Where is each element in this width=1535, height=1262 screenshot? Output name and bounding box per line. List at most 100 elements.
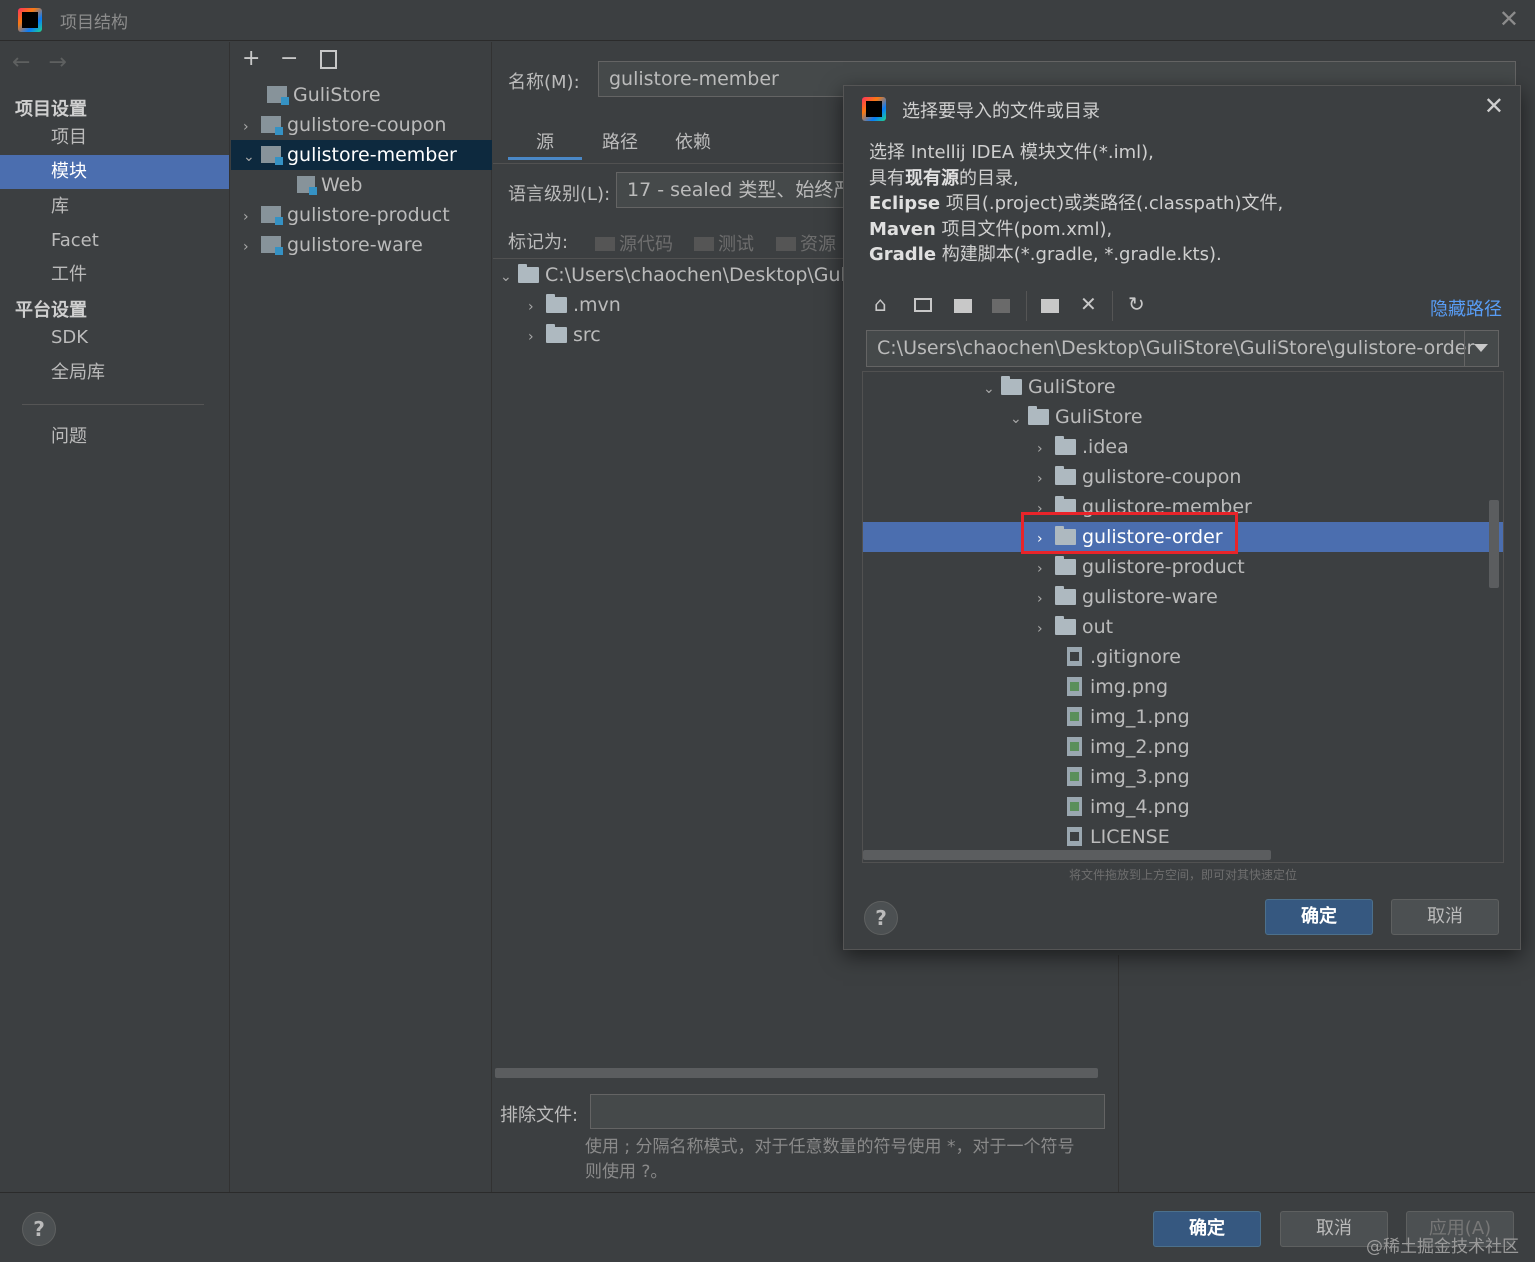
nav-back-forward[interactable]: ←→: [12, 50, 85, 75]
desktop-icon[interactable]: [914, 298, 932, 312]
file-tree-row[interactable]: img_4.png: [863, 792, 1503, 822]
chevron-right-icon[interactable]: ›: [1037, 434, 1055, 464]
file-tree[interactable]: ⌄ GuliStore ⌄ GuliStore › .idea › gulistore-…: [862, 371, 1504, 863]
chevron-right-icon[interactable]: ›: [1037, 584, 1055, 614]
delete-icon[interactable]: ✕: [1080, 292, 1097, 316]
file-tree-row[interactable]: LICENSE: [863, 822, 1503, 852]
mark-as-resources-button[interactable]: 资源: [776, 230, 836, 256]
file-tree-row[interactable]: ⌄ GuliStore: [863, 402, 1503, 432]
tab-sources[interactable]: 源: [508, 128, 582, 160]
tree-row-selected[interactable]: ⌄ gulistore-member: [231, 140, 492, 170]
tabs-divider: [493, 163, 843, 164]
horizontal-scrollbar[interactable]: [495, 1068, 1098, 1078]
content-root-row[interactable]: ⌄ C:\Users\chaochen\Desktop\GuliS: [500, 260, 843, 290]
sidebar-item-facets[interactable]: Facet: [0, 224, 229, 258]
chevron-right-icon[interactable]: ›: [1037, 554, 1055, 584]
file-tree-row[interactable]: ⌄ GuliStore: [863, 372, 1503, 402]
file-tree-label: img.png: [1090, 676, 1169, 698]
desc-text: 的目录,: [959, 167, 1019, 189]
tab-dependencies[interactable]: 依赖: [662, 128, 724, 160]
vertical-scrollbar[interactable]: [1489, 500, 1499, 588]
file-tree-row[interactable]: img.png: [863, 672, 1503, 702]
file-tree-row[interactable]: › gulistore-coupon: [863, 462, 1503, 492]
file-tree-row[interactable]: › gulistore-ware: [863, 582, 1503, 612]
module-icon: [261, 116, 283, 135]
folder-icon: [1055, 616, 1076, 635]
toolbar-separator: [1026, 291, 1027, 321]
gitignore-file-icon: [1067, 647, 1082, 666]
mark-as-tests-button[interactable]: 测试: [694, 230, 754, 256]
help-icon[interactable]: ?: [22, 1212, 56, 1246]
file-tree-row[interactable]: img_2.png: [863, 732, 1503, 762]
horizontal-scrollbar[interactable]: [863, 850, 1271, 860]
path-input[interactable]: C:\Users\chaochen\Desktop\GuliStore\Guli…: [866, 330, 1499, 367]
hide-path-link[interactable]: 隐藏路径: [1430, 295, 1502, 321]
close-icon[interactable]: ✕: [1484, 92, 1504, 120]
chevron-right-icon[interactable]: ›: [243, 112, 261, 142]
file-tree-row[interactable]: img_3.png: [863, 762, 1503, 792]
sidebar-item-artifacts[interactable]: 工件: [0, 258, 229, 292]
module-folder-icon[interactable]: [992, 299, 1010, 313]
dialog-cancel-button[interactable]: 取消: [1391, 899, 1499, 935]
content-folder-row[interactable]: › src: [528, 320, 601, 350]
desc-bold: 现有源: [905, 167, 959, 189]
new-folder-icon[interactable]: [1041, 299, 1059, 313]
tree-row[interactable]: GuliStore: [231, 80, 492, 110]
dialog-ok-button[interactable]: 确定: [1265, 899, 1373, 935]
exclude-hint-line2: 则使用 ?。: [585, 1162, 668, 1182]
add-icon[interactable]: +: [242, 46, 260, 71]
file-tree-row[interactable]: › gulistore-product: [863, 552, 1503, 582]
panel-splitter[interactable]: [1118, 955, 1119, 1192]
tree-row[interactable]: › gulistore-product: [231, 200, 492, 230]
content-folder-row[interactable]: › .mvn: [528, 290, 621, 320]
file-tree-row[interactable]: .gitignore: [863, 642, 1503, 672]
project-folder-icon[interactable]: [954, 299, 972, 313]
exclude-files-field[interactable]: [590, 1094, 1105, 1129]
folder-label: src: [573, 324, 601, 346]
ok-button[interactable]: 确定: [1153, 1211, 1261, 1247]
mark-as-label-text: 测试: [718, 234, 754, 255]
image-file-icon: [1067, 707, 1082, 726]
tree-row[interactable]: Web: [231, 170, 492, 200]
tree-row[interactable]: › gulistore-coupon: [231, 110, 492, 140]
file-tree-row[interactable]: › out: [863, 612, 1503, 642]
sidebar-item-global-libraries[interactable]: 全局库: [0, 356, 229, 390]
mark-as-sources-button[interactable]: 源代码: [595, 230, 673, 256]
copy-icon[interactable]: [320, 50, 337, 69]
folder-icon: [1055, 586, 1076, 605]
tree-row[interactable]: › gulistore-ware: [231, 230, 492, 260]
refresh-icon[interactable]: ↻: [1128, 292, 1145, 316]
chevron-down-icon[interactable]: ⌄: [1010, 404, 1028, 434]
tab-paths[interactable]: 路径: [590, 128, 650, 160]
help-icon[interactable]: ?: [864, 901, 898, 935]
chevron-down-icon[interactable]: ⌄: [243, 142, 261, 172]
file-tree-row[interactable]: › .idea: [863, 432, 1503, 462]
chevron-down-icon[interactable]: ⌄: [500, 262, 518, 290]
chevron-right-icon[interactable]: ›: [528, 292, 546, 322]
remove-icon[interactable]: −: [280, 46, 298, 71]
file-tree-label: img_4.png: [1090, 796, 1190, 818]
chevron-down-icon[interactable]: [1474, 344, 1488, 352]
file-tree-row[interactable]: img_1.png: [863, 702, 1503, 732]
sidebar-item-sdk[interactable]: SDK: [0, 321, 229, 355]
sidebar-item-libraries[interactable]: 库: [0, 190, 229, 224]
desc-bold: Gradle: [869, 244, 937, 265]
language-level-select[interactable]: 17 - sealed 类型、始终严格: [616, 172, 846, 208]
chevron-right-icon[interactable]: ›: [1037, 614, 1055, 644]
footer-divider: [0, 1192, 1535, 1193]
chevron-right-icon[interactable]: ›: [243, 232, 261, 262]
sidebar-item-problems[interactable]: 问题: [0, 420, 229, 454]
chevron-right-icon[interactable]: ›: [528, 322, 546, 352]
chevron-right-icon[interactable]: ›: [243, 202, 261, 232]
close-icon[interactable]: ✕: [1499, 5, 1519, 33]
file-tree-label: gulistore-ware: [1082, 586, 1218, 608]
name-label: 名称(M):: [508, 72, 580, 93]
file-tree-label: GuliStore: [1028, 376, 1116, 398]
toolbar-separator: [1112, 291, 1113, 321]
file-tree-label: .idea: [1082, 436, 1129, 458]
home-icon[interactable]: ⌂: [874, 292, 887, 316]
sidebar-item-modules[interactable]: 模块: [0, 155, 229, 189]
sidebar-item-project[interactable]: 项目: [0, 121, 229, 155]
chevron-right-icon[interactable]: ›: [1037, 464, 1055, 494]
chevron-down-icon[interactable]: ⌄: [983, 374, 1001, 404]
